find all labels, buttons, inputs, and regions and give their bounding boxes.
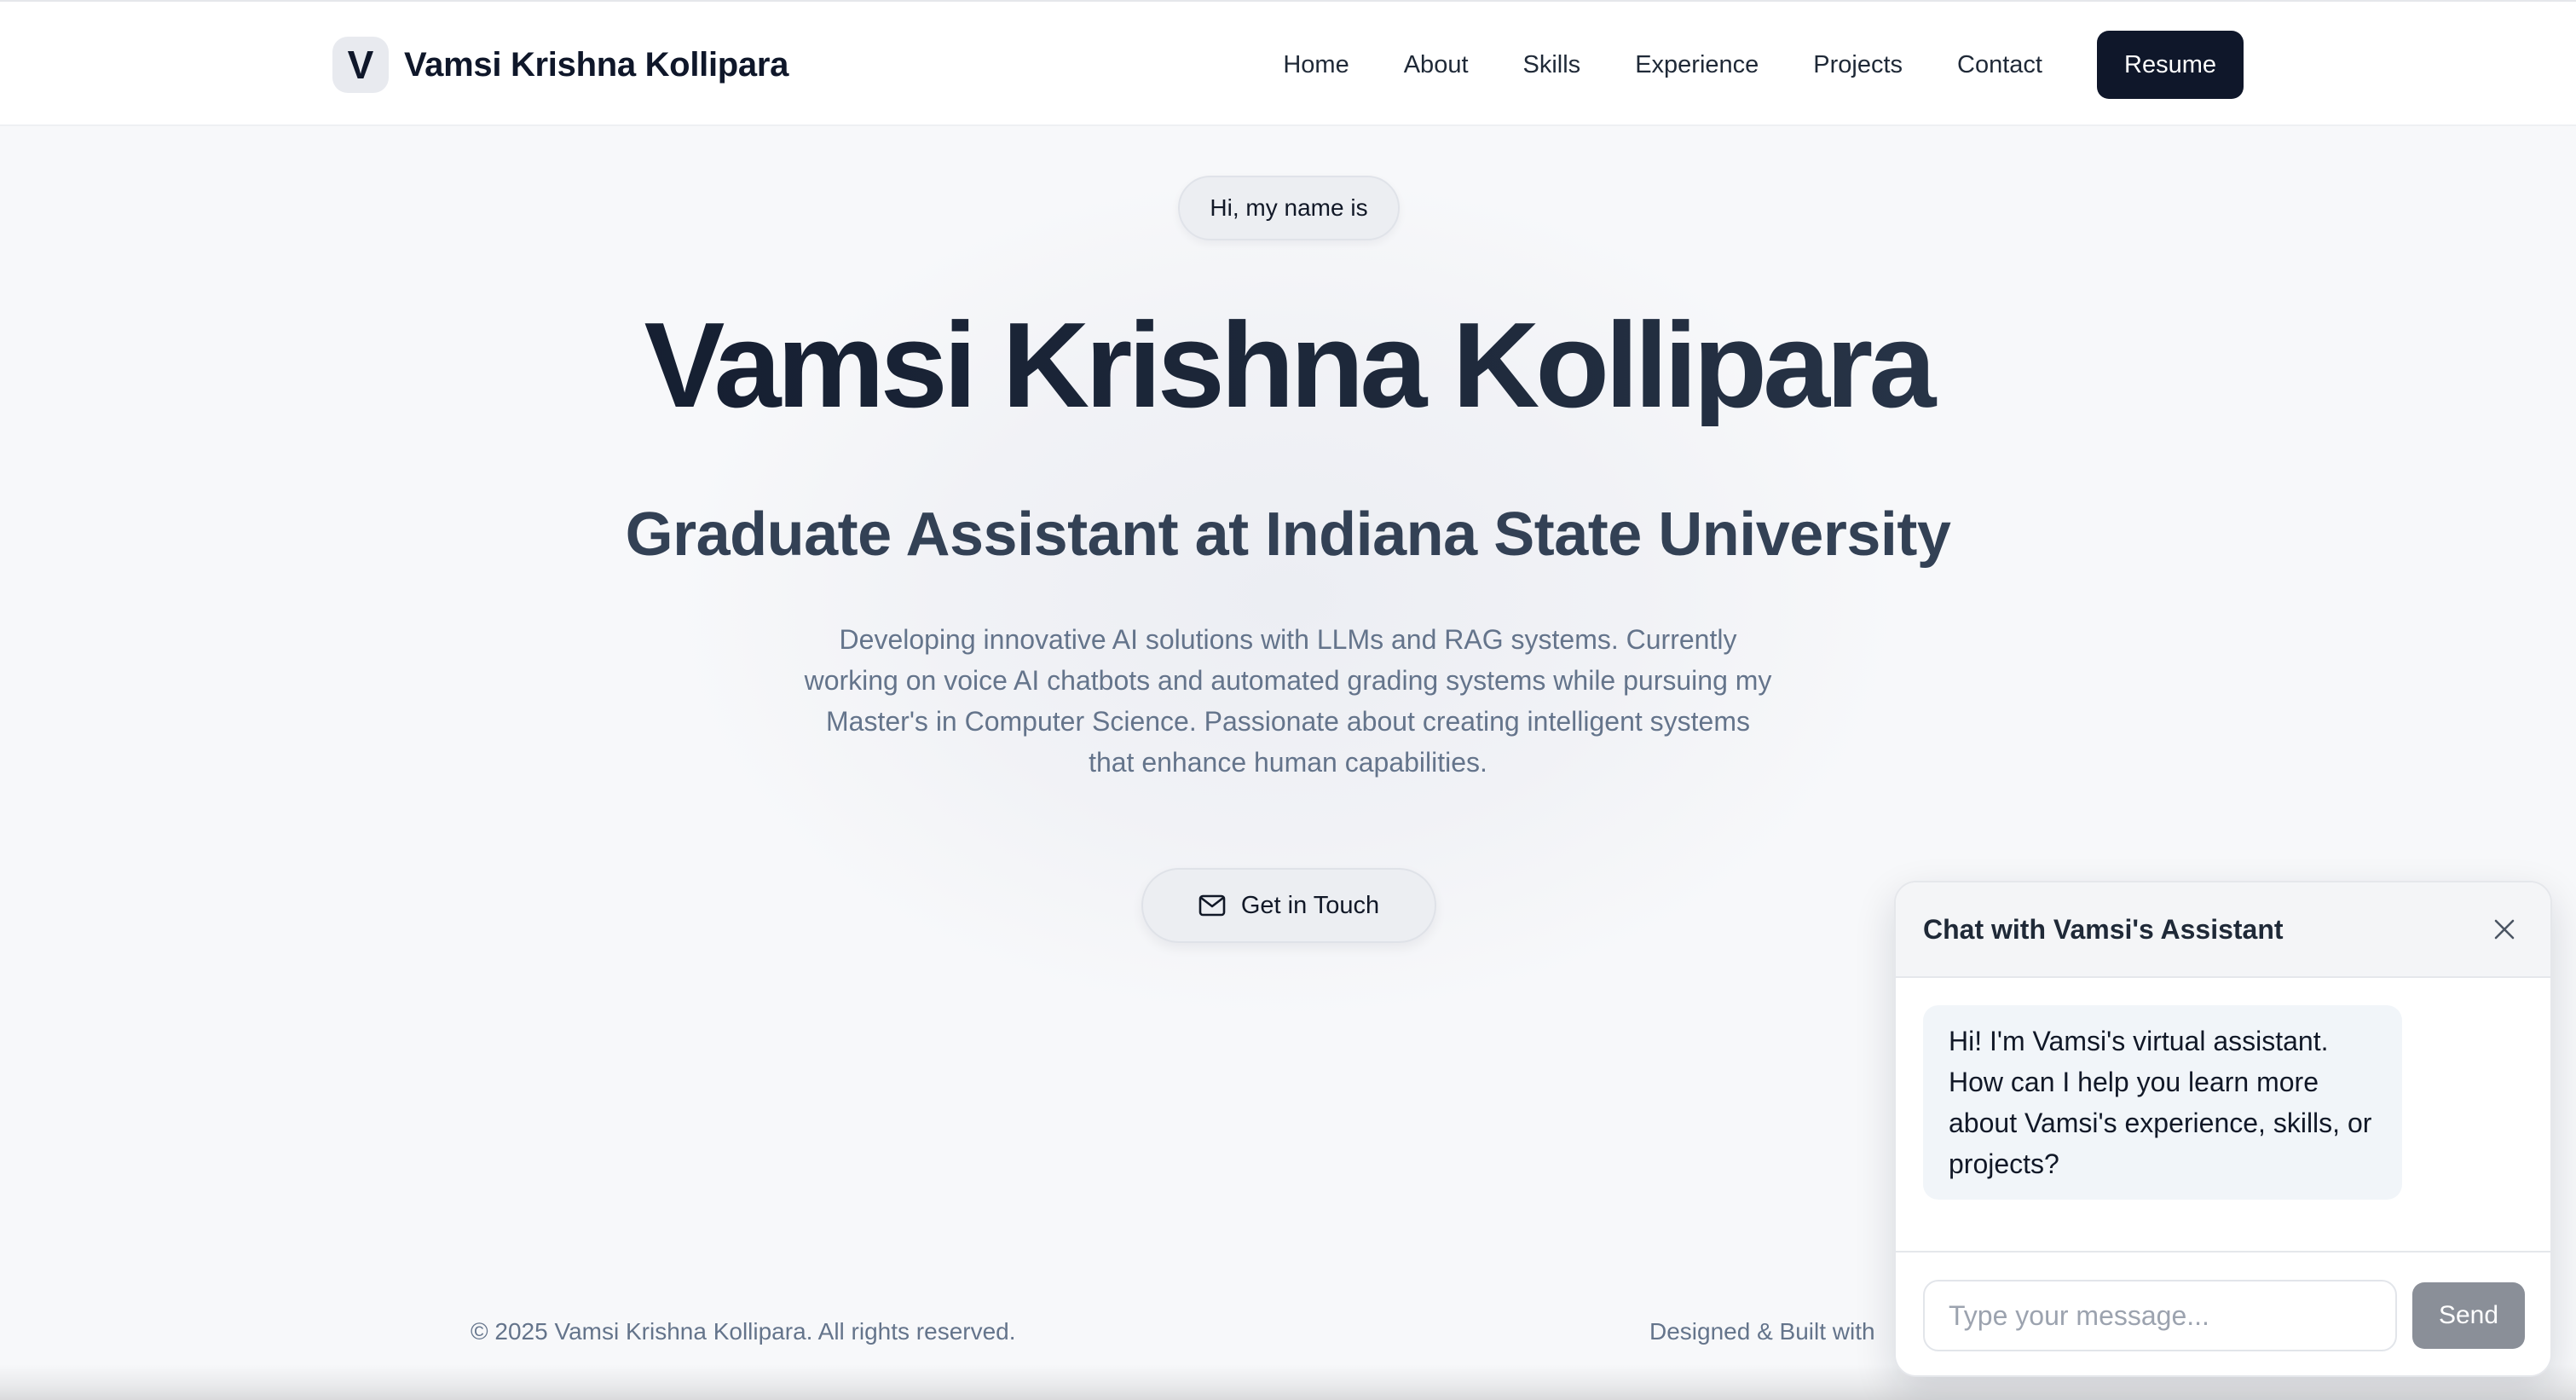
chat-messages: Hi! I'm Vamsi's virtual assistant. How c… [1896, 978, 2550, 1251]
nav-skills[interactable]: Skills [1523, 51, 1581, 79]
nav-projects[interactable]: Projects [1813, 51, 1903, 79]
nav-home[interactable]: Home [1283, 51, 1349, 79]
nav-about[interactable]: About [1404, 51, 1469, 79]
footer-copyright: © 2025 Vamsi Krishna Kollipara. All righ… [471, 1318, 1016, 1345]
chat-title: Chat with Vamsi's Assistant [1923, 913, 2284, 945]
brand-logo-link[interactable]: V Vamsi Krishna Kollipara [332, 36, 788, 94]
send-button[interactable]: Send [2412, 1282, 2525, 1349]
mail-icon [1198, 894, 1226, 917]
assistant-message: Hi! I'm Vamsi's virtual assistant. How c… [1923, 1005, 2402, 1200]
chat-header: Chat with Vamsi's Assistant [1896, 882, 2550, 978]
greeting-badge: Hi, my name is [1178, 176, 1400, 240]
chat-message-input[interactable] [1923, 1280, 2397, 1351]
hero-role-subtitle: Graduate Assistant at Indiana State Univ… [625, 500, 1951, 569]
get-in-touch-label: Get in Touch [1240, 891, 1380, 919]
main-nav: Home About Skills Experience Projects Co… [1283, 31, 2244, 99]
chat-input-row: Send [1896, 1251, 2550, 1375]
hero-description: Developing innovative AI solutions with … [804, 624, 1772, 778]
site-header: V Vamsi Krishna Kollipara Home About Ski… [0, 0, 2576, 126]
brand-name: Vamsi Krishna Kollipara [404, 45, 789, 84]
nav-experience[interactable]: Experience [1635, 51, 1759, 79]
nav-contact[interactable]: Contact [1957, 51, 2042, 79]
close-icon[interactable] [2486, 911, 2523, 948]
chat-widget: Chat with Vamsi's Assistant Hi! I'm Vams… [1894, 881, 2552, 1377]
resume-button[interactable]: Resume [2097, 31, 2244, 99]
hero-name-heading: Vamsi Krishna Kollipara [0, 305, 2576, 426]
get-in-touch-button[interactable]: Get in Touch [1141, 868, 1436, 943]
portfolio-page: V Vamsi Krishna Kollipara Home About Ski… [0, 0, 2576, 1400]
footer-credit: Designed & Built with [1649, 1318, 1875, 1345]
logo-badge: V [332, 37, 389, 93]
